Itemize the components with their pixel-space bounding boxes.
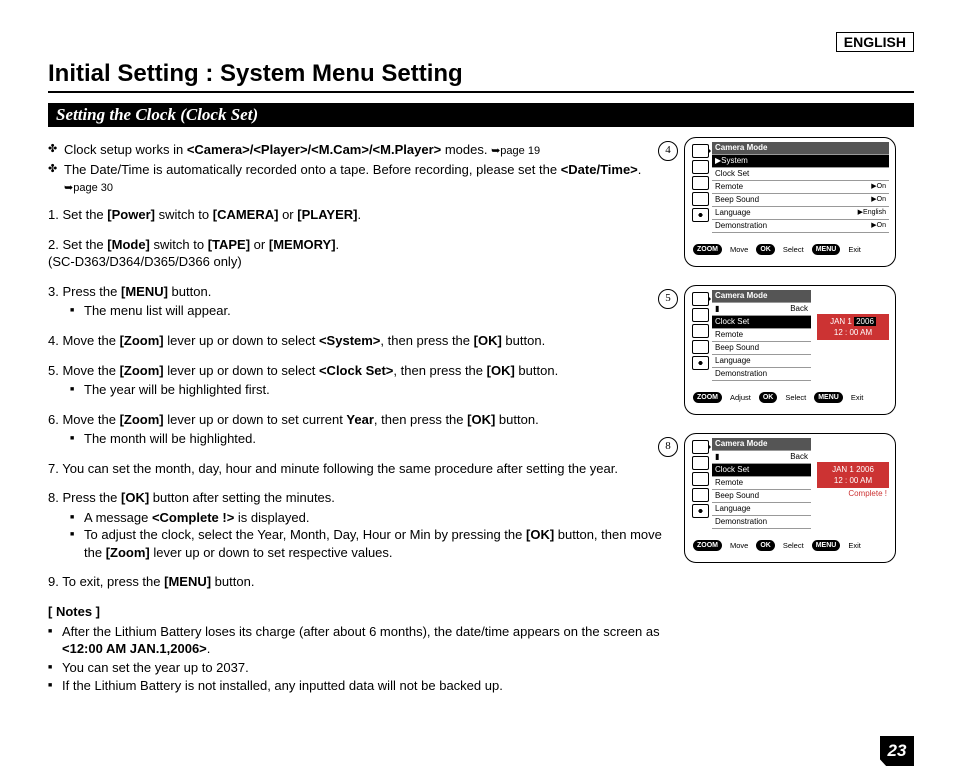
menu-title: Camera Mode [712,290,811,303]
menu-row: Beep Sound▶On [712,194,889,207]
screen-8: 8 Camera Mode ▮Back Cloc [684,433,914,563]
camera-icon [692,144,709,158]
date-display: JAN 1 2006 12 : 00 AM [817,462,889,488]
sub-item: A message <Complete !> is displayed. [70,509,669,527]
page-number-badge: 23 [880,736,914,766]
menu-highlight: Clock Set [712,464,811,477]
step-item: 4. Move the [Zoom] lever up or down to s… [48,332,669,350]
note-item: You can set the year up to 2037. [48,659,669,677]
menu-row: Demonstration [712,516,811,529]
complete-message: Complete ! [817,488,889,498]
display-icon [692,340,709,354]
menu-row: Demonstration▶On [712,220,889,233]
nav-hints: ZOOMAdjust OKSelect MENUExit [691,392,889,403]
menu-row: Beep Sound [712,490,811,503]
tape-icon [692,456,709,470]
step-item: 2. Set the [Mode] switch to [TAPE] or [M… [48,236,669,271]
manual-page: ENGLISH Initial Setting : System Menu Se… [0,0,954,784]
menu-row: Demonstration [712,368,811,381]
step-item: 8. Press the [OK] button after setting t… [48,489,669,561]
title-rule [48,91,914,93]
tool-icon [692,208,709,222]
sub-item: To adjust the clock, select the Year, Mo… [70,526,669,561]
tape-icon [692,160,709,174]
step-item: 6. Move the [Zoom] lever up or down to s… [48,411,669,448]
intro-item: Clock setup works in <Camera>/<Player>/<… [48,141,669,159]
date-display: JAN 1 2006 12 : 00 AM [817,314,889,340]
menu-back: ▮Back [712,303,811,316]
menu-row: Language [712,355,811,368]
tool-icon [692,356,709,370]
step-list: 1. Set the [Power] switch to [CAMERA] or… [48,206,669,591]
step-item: 3. Press the [MENU] button. The menu lis… [48,283,669,320]
tool-icon [692,504,709,518]
camera-icon [692,292,709,306]
notes-heading: [ Notes ] [48,603,669,621]
step-item: 5. Move the [Zoom] lever up or down to s… [48,362,669,399]
camera-icon [692,440,709,454]
menu-title: Camera Mode [712,438,811,451]
menu-row: Language▶English [712,207,889,220]
sub-item: The menu list will appear. [70,302,669,320]
text-column: Clock setup works in <Camera>/<Player>/<… [48,137,669,697]
tape-icon [692,308,709,322]
menu-list: Camera Mode ▶System Clock Set Remote▶On … [712,142,889,238]
menu-row: Remote▶On [712,181,889,194]
sub-item: The year will be highlighted first. [70,381,669,399]
memory-icon [692,472,709,486]
section-heading: Setting the Clock (Clock Set) [48,103,914,127]
step-marker: 5 [658,289,678,309]
memory-icon [692,324,709,338]
language-badge: ENGLISH [836,32,914,52]
intro-item: The Date/Time is automatically recorded … [48,161,669,196]
menu-row: Remote [712,477,811,490]
menu-row: Language [712,503,811,516]
display-icon [692,488,709,502]
menu-row: Beep Sound [712,342,811,355]
figure-column: 4 Camera Mode ▶System Cl [684,137,914,697]
menu-row: Remote [712,329,811,342]
note-item: If the Lithium Battery is not installed,… [48,677,669,695]
screen-5: 5 Camera Mode ▮Back Cloc [684,285,914,415]
step-item: 7. You can set the month, day, hour and … [48,460,669,478]
menu-highlight: ▶System [712,155,889,168]
step-marker: 8 [658,437,678,457]
screen-4: 4 Camera Mode ▶System Cl [684,137,914,267]
notes-list: After the Lithium Battery loses its char… [48,623,669,695]
menu-row: Clock Set [712,168,889,181]
display-icon [692,192,709,206]
memory-icon [692,176,709,190]
intro-bullets: Clock setup works in <Camera>/<Player>/<… [48,141,669,196]
page-title: Initial Setting : System Menu Setting [48,60,914,88]
step-item: 1. Set the [Power] switch to [CAMERA] or… [48,206,669,224]
nav-hints: ZOOMMove OKSelect MENUExit [691,540,889,551]
note-item: After the Lithium Battery loses its char… [48,623,669,658]
nav-hints: ZOOMMove OKSelect MENUExit [691,244,889,255]
menu-highlight: Clock Set [712,316,811,329]
sub-item: The month will be highlighted. [70,430,669,448]
step-marker: 4 [658,141,678,161]
menu-back: ▮Back [712,451,811,464]
menu-title: Camera Mode [712,142,889,155]
step-item: 9. To exit, press the [MENU] button. [48,573,669,591]
